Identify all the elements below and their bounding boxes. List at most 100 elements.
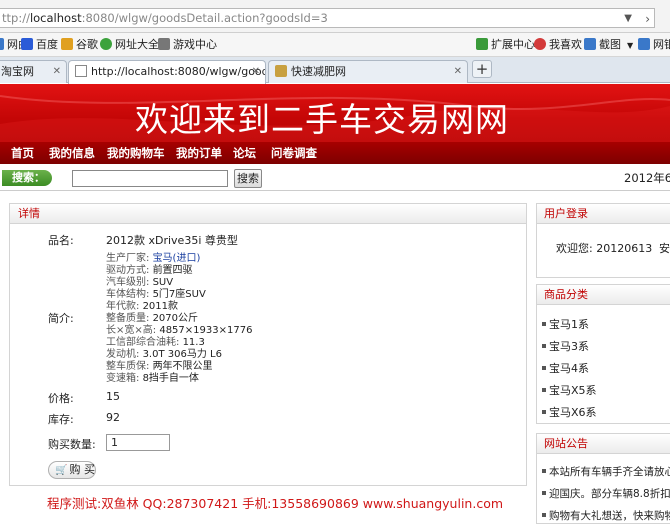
intro-key: 整备质量: xyxy=(106,313,150,324)
extension-icon xyxy=(476,38,488,50)
tab-active-page[interactable]: http://localhost:8080/wlgw/goods... ✕ xyxy=(68,60,266,84)
notice-label: 本站所有车辆手齐全请放心... xyxy=(549,466,670,478)
current-date: 2012年6月 xyxy=(624,171,670,185)
refresh-icon[interactable]: › xyxy=(645,10,650,27)
bookmark-label: 截图 xyxy=(599,38,621,51)
quantity-label: 购买数量: xyxy=(48,438,96,451)
tab-label: http://localhost:8080/wlgw/goods... xyxy=(91,65,266,78)
bookmark-item-2[interactable]: 谷歌 xyxy=(61,37,98,53)
intro-key: 变速箱: xyxy=(106,373,140,384)
tab-diet-site[interactable]: 快速减肥网 ✕ xyxy=(268,60,468,83)
bullet-icon xyxy=(542,410,546,414)
bullet-icon xyxy=(542,322,546,326)
category-item[interactable]: 宝马4系 xyxy=(542,360,589,376)
notice-box-title: 网站公告 xyxy=(537,434,670,454)
intro-value: 2070公斤 xyxy=(152,313,199,324)
intro-key: 生产厂家: xyxy=(106,253,150,264)
google-icon xyxy=(61,38,73,50)
notice-item[interactable]: 购物有大礼想送，快来购物了... xyxy=(542,508,670,523)
screenshot-icon xyxy=(584,38,596,50)
site-banner: 欢迎来到二手车交易网网 xyxy=(0,84,670,142)
gamepad-icon xyxy=(158,38,170,50)
buy-button-label: 购 买 xyxy=(69,463,95,476)
notice-label: 购物有大礼想送，快来购物了... xyxy=(549,510,670,522)
intro-key: 工信部综合油耗: xyxy=(106,337,180,348)
web-directory-icon xyxy=(100,38,112,50)
product-intro-label: 简介: xyxy=(48,312,74,325)
browser-address-bar: ttp://localhost:8080/wlgw/goodsDetail.ac… xyxy=(0,0,670,33)
bookmark-label: 扩展中心 xyxy=(491,38,535,51)
bank-icon xyxy=(638,38,650,50)
url-dropdown-icon[interactable]: ▼ xyxy=(624,10,632,27)
buy-button[interactable]: 🛒 购 买 xyxy=(48,461,96,479)
nav-forum[interactable]: 论坛 xyxy=(233,142,256,164)
bookmark-item-4[interactable]: 游戏中心 xyxy=(158,37,217,53)
login-box-title: 用户登录 xyxy=(537,204,670,224)
bookmark-item-6[interactable]: 我喜欢 xyxy=(534,37,582,53)
bookmark-item-8[interactable]: 网银 xyxy=(638,37,670,53)
search-input[interactable] xyxy=(72,170,228,187)
nav-my-info[interactable]: 我的信息 xyxy=(49,142,95,164)
intro-row: 汽车级别: SUV xyxy=(106,277,173,289)
nav-home[interactable]: 首页 xyxy=(11,142,34,164)
intro-row: 生产厂家: 宝马(进口) xyxy=(106,253,200,265)
category-box-title: 商品分类 xyxy=(537,285,670,305)
bookmark-item-3[interactable]: 网址大全 xyxy=(100,37,159,53)
intro-value: 2011款 xyxy=(142,301,179,312)
notice-item[interactable]: 迎国庆。部分车辆8.8折扣... xyxy=(542,486,670,501)
intro-value: 两年不限公里 xyxy=(152,361,213,372)
intro-value: 11.3 xyxy=(182,337,205,348)
intro-row: 整备质量: 2070公斤 xyxy=(106,313,198,325)
nav-survey[interactable]: 问卷调查 xyxy=(271,142,317,164)
intro-key: 驱动方式: xyxy=(106,265,150,276)
intro-key: 长×宽×高: xyxy=(106,325,157,336)
category-item[interactable]: 宝马3系 xyxy=(542,338,589,354)
tab-bar: 淘宝网 ✕ http://localhost:8080/wlgw/goods..… xyxy=(0,57,670,84)
intro-row: 发动机: 3.0T 306马力 L6 xyxy=(106,349,222,361)
close-icon[interactable]: ✕ xyxy=(454,61,462,82)
intro-row: 车体结构: 5门7座SUV xyxy=(106,289,206,301)
url-path: :8080/wlgw/goodsDetail.action?goodsId=3 xyxy=(81,11,328,25)
quantity-input[interactable]: 1 xyxy=(106,434,170,451)
notice-item[interactable]: 本站所有车辆手齐全请放心... xyxy=(542,464,670,479)
category-item[interactable]: 宝马X5系 xyxy=(542,382,597,398)
intro-value: 5门7座SUV xyxy=(152,289,206,300)
close-icon[interactable]: ✕ xyxy=(53,61,61,82)
tab-label: 淘宝网 xyxy=(1,65,34,78)
bullet-icon xyxy=(542,491,546,495)
intro-value: 3.0T 306马力 L6 xyxy=(142,349,222,360)
nav-my-cart[interactable]: 我的购物车 xyxy=(107,142,165,164)
bullet-icon xyxy=(542,344,546,348)
bullet-icon xyxy=(542,366,546,370)
bullet-icon xyxy=(542,388,546,392)
category-label: 宝马1系 xyxy=(549,318,589,331)
product-name-label: 品名: xyxy=(48,234,74,247)
search-button[interactable]: 搜索 xyxy=(234,169,262,188)
category-label: 宝马X5系 xyxy=(549,384,597,397)
banner-title: 欢迎来到二手车交易网网 xyxy=(135,100,509,139)
notice-label: 迎国庆。部分车辆8.8折扣... xyxy=(549,488,670,500)
intro-key: 发动机: xyxy=(106,349,140,360)
url-input[interactable]: ttp://localhost:8080/wlgw/goodsDetail.ac… xyxy=(0,8,655,28)
tab-taobao[interactable]: 淘宝网 ✕ xyxy=(0,60,67,83)
intro-row: 变速箱: 8挡手自一体 xyxy=(106,373,199,385)
category-item[interactable]: 宝马1系 xyxy=(542,316,589,332)
intro-row: 工信部综合油耗: 11.3 xyxy=(106,337,205,349)
manufacturer-link[interactable]: 宝马(进口) xyxy=(153,253,201,264)
dropdown-icon[interactable]: ▼ xyxy=(627,41,633,50)
price-value: 15 xyxy=(106,390,120,403)
bookmark-item-7[interactable]: 截图 ▼ xyxy=(584,37,633,53)
intro-row: 年代款: 2011款 xyxy=(106,301,178,313)
nav-my-orders[interactable]: 我的订单 xyxy=(176,142,222,164)
stock-value: 92 xyxy=(106,411,120,424)
new-tab-button[interactable]: + xyxy=(472,60,492,78)
bookmark-label: 游戏中心 xyxy=(173,38,217,51)
search-label: 搜索： xyxy=(2,170,52,186)
bookmark-item-5[interactable]: 扩展中心 xyxy=(476,37,535,53)
bookmark-icon xyxy=(0,38,4,50)
category-item[interactable]: 宝马X6系 xyxy=(542,404,597,420)
bookmark-item-1[interactable]: 百度 xyxy=(21,37,58,53)
bookmark-label: 我喜欢 xyxy=(549,38,582,51)
close-icon[interactable]: ✕ xyxy=(252,61,260,82)
price-label: 价格: xyxy=(48,392,74,405)
